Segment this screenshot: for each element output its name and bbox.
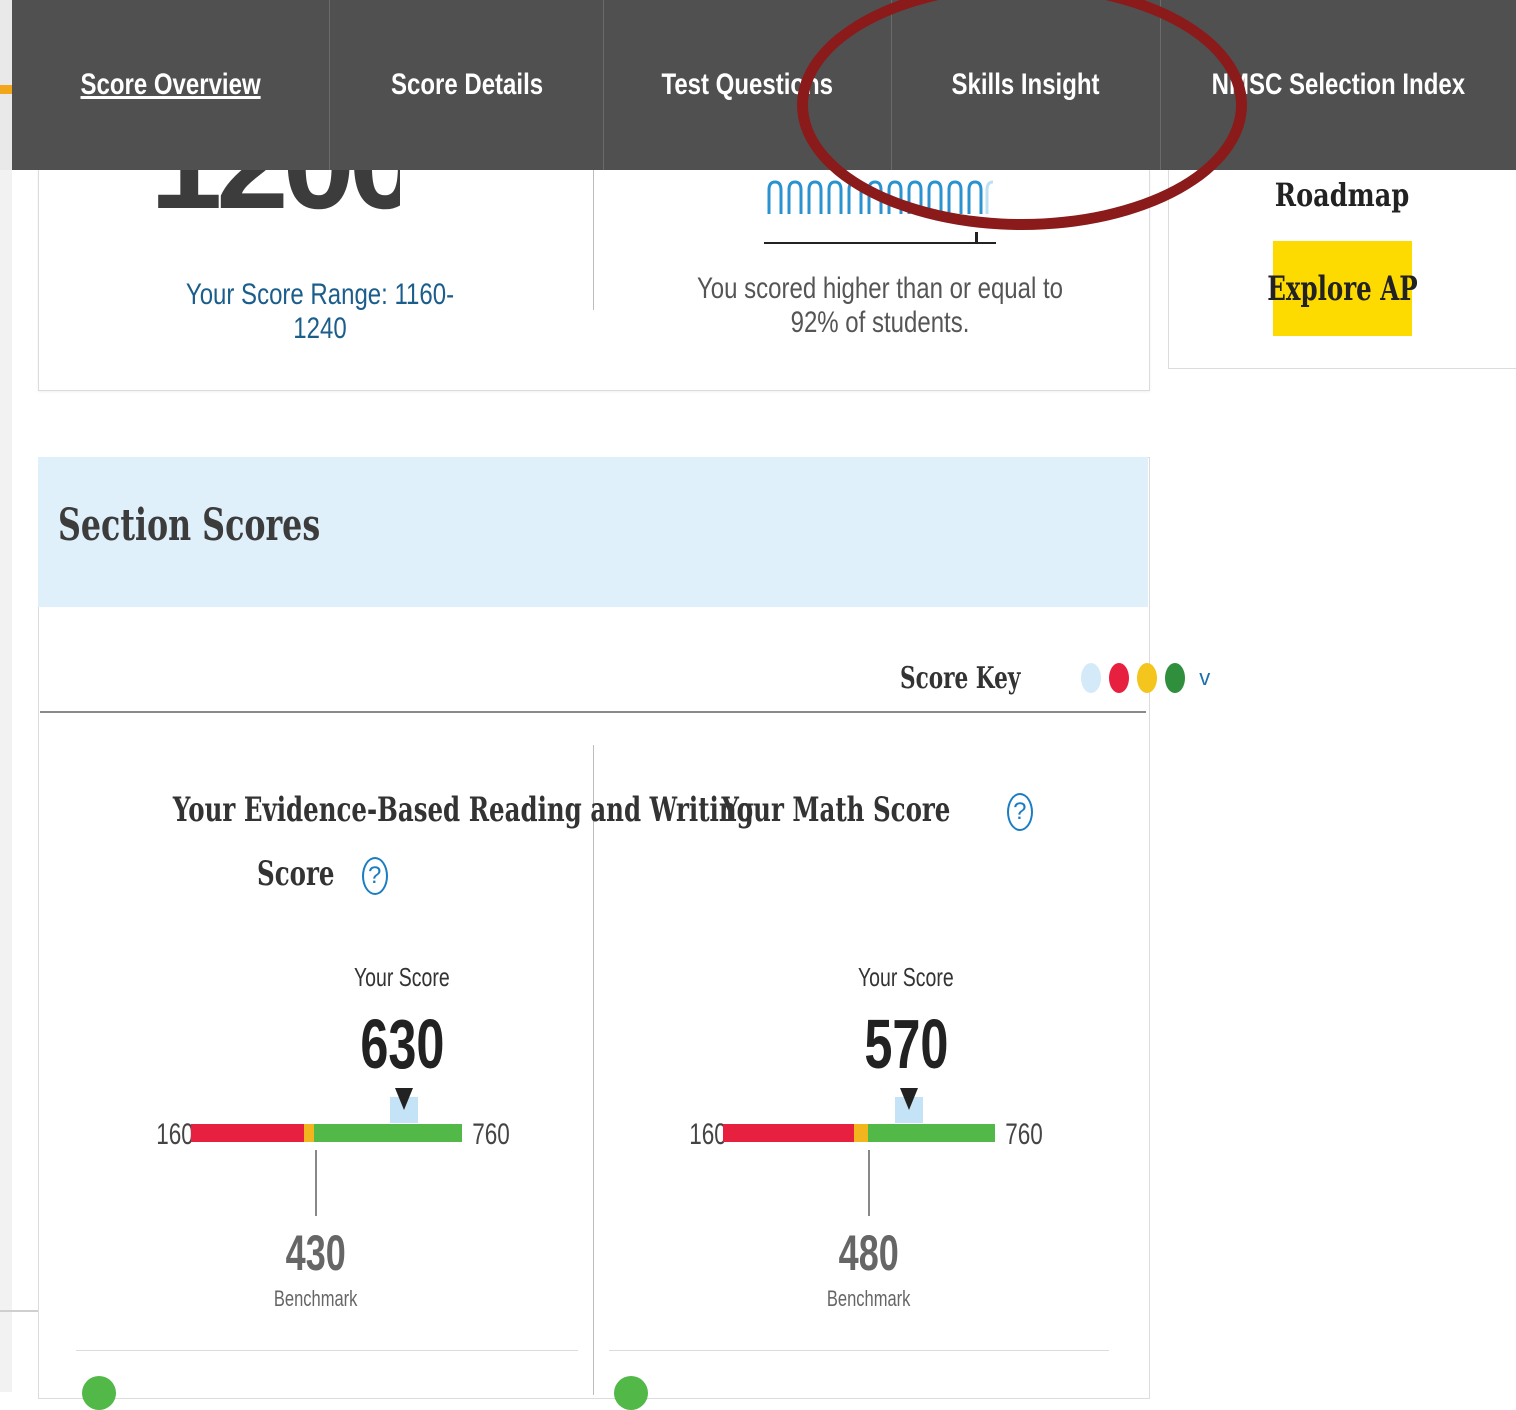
tab-score-details[interactable]: Score Details: [330, 0, 604, 170]
benchmark-line: [315, 1150, 317, 1216]
status-dot: [82, 1376, 116, 1410]
benchmark-label: Benchmark: [827, 1286, 911, 1311]
bar-green: [868, 1124, 995, 1142]
tab-score-overview[interactable]: Score Overview: [12, 0, 331, 170]
key-dot-yellow: [1137, 663, 1158, 693]
tab-skills-insight[interactable]: Skills Insight: [892, 0, 1161, 170]
bar-green: [314, 1124, 462, 1142]
benchmark-label: Benchmark: [274, 1286, 358, 1311]
math-score: 570: [863, 1005, 949, 1083]
percentile-axis: [764, 242, 996, 244]
benchmark-value: 430: [285, 1225, 347, 1281]
tab-test-questions[interactable]: Test Questions: [604, 0, 893, 170]
total-score: 1200: [150, 170, 400, 228]
score-key-label: Score Key: [900, 660, 1021, 696]
benchmark-value: 480: [838, 1225, 900, 1281]
score-range: Your Score Range: 1160-1240: [185, 278, 455, 345]
your-score-label: Your Score: [858, 962, 954, 992]
section-scores-title: Section Scores: [58, 500, 321, 551]
score-key-toggle[interactable]: Score Key v: [900, 656, 1210, 700]
roadmap-title: Roadmap: [1274, 176, 1410, 214]
tab-nmsc-selection-index[interactable]: NMSC Selection Index: [1161, 0, 1516, 170]
explore-ap-button[interactable]: Explore AP: [1267, 241, 1418, 336]
score-pointer-icon: [900, 1088, 918, 1110]
your-score-label: Your Score: [354, 962, 450, 992]
score-pointer-icon: [395, 1088, 413, 1110]
status-dot: [614, 1376, 648, 1410]
scale-max: 760: [472, 1118, 510, 1151]
scale-max: 760: [1005, 1118, 1043, 1151]
key-dot-green: [1165, 663, 1186, 693]
help-icon[interactable]: ?: [361, 857, 388, 895]
chevron-down-icon: v: [1199, 665, 1211, 690]
bar-red: [191, 1124, 304, 1142]
divider: [0, 1310, 40, 1312]
percentile-marker: [975, 232, 978, 244]
divider: [609, 1350, 1109, 1351]
ebrw-title: Your Evidence-Based Reading and Writing …: [172, 790, 754, 895]
divider: [593, 170, 594, 310]
math-title: Your Math Score ?: [600, 778, 1110, 842]
ebrw-score: 630: [359, 1005, 445, 1083]
divider: [40, 711, 1146, 713]
top-nav: Score Overview Score Details Test Questi…: [12, 0, 1516, 170]
benchmark-line: [868, 1150, 870, 1216]
page-edge-lower: [0, 170, 12, 1392]
bar-yellow: [304, 1124, 314, 1142]
percentile-graphic: [765, 168, 995, 214]
percentile-text: You scored higher than or equal to 92% o…: [696, 272, 1064, 339]
key-dot-red: [1109, 663, 1130, 693]
help-icon[interactable]: ?: [1006, 793, 1033, 831]
column-divider: [593, 745, 594, 1395]
bar-yellow: [854, 1124, 868, 1142]
bar-red: [723, 1124, 854, 1142]
total-score-clip: 1200: [140, 170, 400, 228]
divider: [76, 1350, 578, 1351]
key-dot-blue: [1081, 663, 1102, 693]
